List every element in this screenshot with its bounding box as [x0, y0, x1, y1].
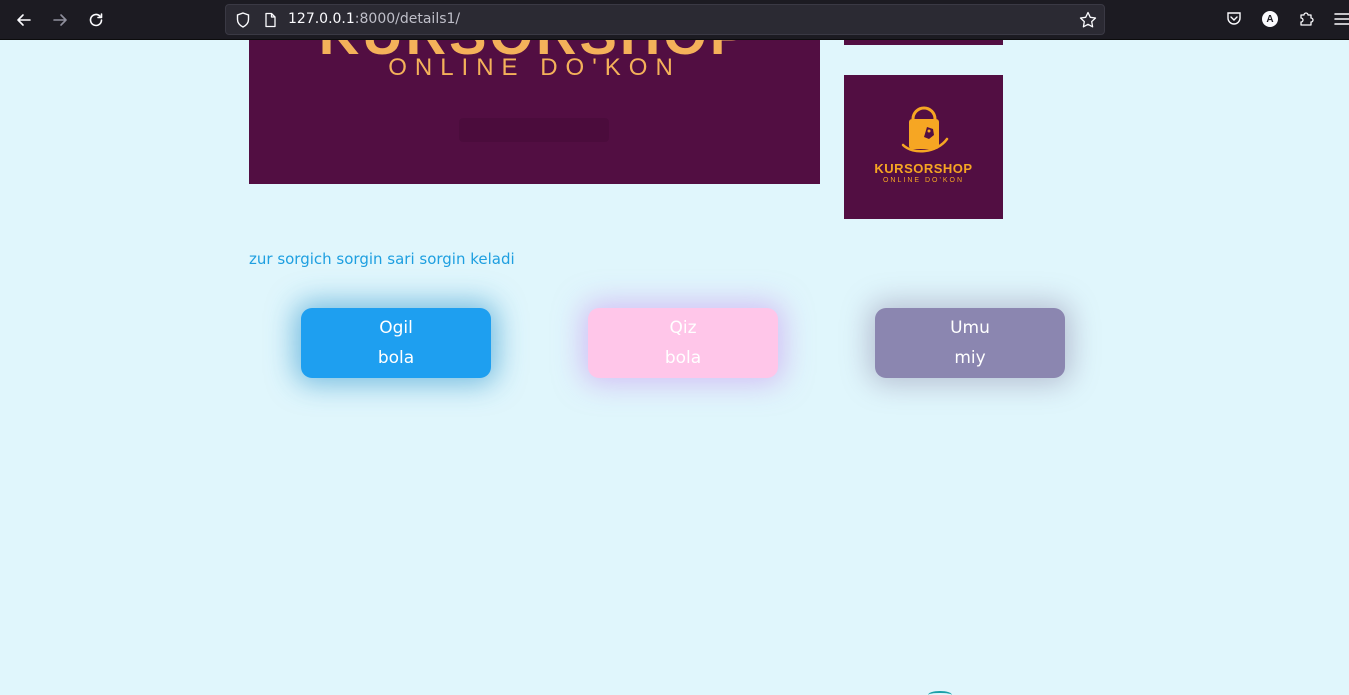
description-text: zur sorgich sorgin sari sorgin keladi [249, 250, 515, 268]
reload-icon [89, 13, 103, 27]
side-logo-image: KURSORSHOP ONLINE DO'KON [844, 75, 1003, 219]
shopping-bag-icon [901, 106, 949, 153]
arrow-left-icon [17, 14, 31, 26]
browser-toolbar: 127.0.0.1:8000/details1/ A [0, 0, 1349, 40]
shield-icon[interactable] [234, 11, 252, 29]
side-image-top [844, 40, 1003, 45]
category-girl-button[interactable]: Qiz bola [588, 308, 778, 378]
category-general-button[interactable]: Umu miy [875, 308, 1065, 378]
extensions-button[interactable] [1296, 9, 1316, 29]
pocket-icon [1227, 12, 1241, 25]
logo-tagline: ONLINE DO'KON [882, 177, 964, 184]
category-girl-label: Qiz bola [664, 318, 702, 368]
category-boy-label: Ogil bola [377, 318, 415, 368]
hero-banner: KURSORSHOP ONLINE DO'KON [249, 40, 820, 184]
pocket-button[interactable] [1224, 9, 1244, 29]
bookmark-star-icon[interactable] [1078, 10, 1098, 30]
url-text[interactable]: 127.0.0.1:8000/details1/ [288, 11, 460, 27]
category-boy-button[interactable]: Ogil bola [301, 308, 491, 378]
account-button[interactable]: A [1260, 9, 1280, 29]
banner-decoration [459, 118, 609, 142]
category-general-label: Umu miy [950, 318, 990, 368]
url-path: :8000/details1/ [354, 11, 461, 27]
banner-subtitle: ONLINE DO'KON [388, 54, 681, 81]
url-bar[interactable]: 127.0.0.1:8000/details1/ [225, 4, 1105, 35]
menu-button[interactable] [1332, 9, 1349, 29]
reload-button[interactable] [84, 8, 108, 32]
avatar: A [1262, 11, 1278, 27]
hamburger-icon [1334, 13, 1349, 25]
arrow-right-icon [53, 14, 67, 26]
partial-element [928, 691, 952, 695]
page-icon[interactable] [262, 12, 278, 28]
puzzle-icon [1300, 12, 1314, 26]
back-button[interactable] [12, 8, 36, 32]
url-host: 127.0.0.1 [288, 11, 355, 27]
logo-name: KURSORSHOP [874, 161, 973, 176]
forward-button[interactable] [48, 8, 72, 32]
